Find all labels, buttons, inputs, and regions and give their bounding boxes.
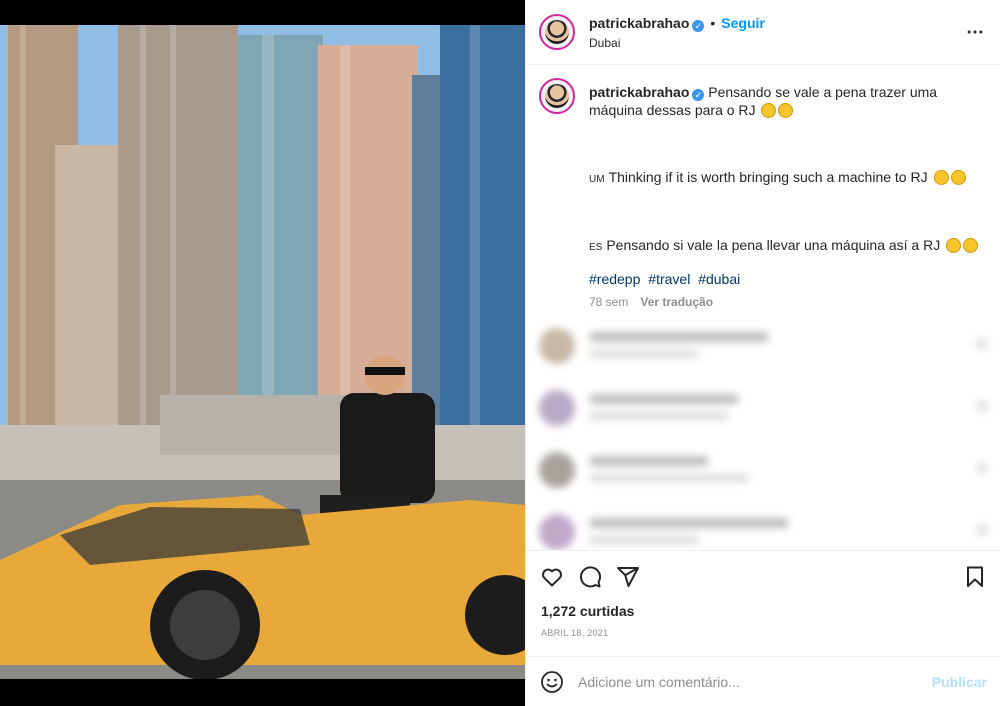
caption-meta: 78 sem Ver tradução — [589, 295, 713, 309]
verified-badge-icon: ✓ — [692, 20, 705, 32]
post-date: ABRIL 18, 2021 — [541, 628, 609, 638]
caption-username[interactable]: patrickabrahao — [589, 84, 689, 100]
avatar[interactable] — [539, 14, 575, 50]
header-user-line: patrickabrahao ✓ • Seguir — [589, 15, 765, 32]
translation-lang-code: ES — [589, 242, 603, 253]
post-actions: 1,272 curtidas ABRIL 18, 2021 — [526, 550, 1000, 656]
heart-icon[interactable] — [540, 565, 564, 589]
separator-dot: • — [710, 15, 716, 31]
list-item — [539, 388, 994, 428]
list-item — [539, 450, 994, 490]
follow-button[interactable]: Seguir — [721, 15, 765, 31]
post-side-panel: patrickabrahao ✓ • Seguir Dubai patrickabra… — [525, 0, 1000, 706]
translation-text: Thinking if it is worth bringing such a … — [608, 169, 928, 185]
verified-badge-icon: ✓ — [692, 89, 705, 101]
bookmark-icon[interactable] — [963, 565, 987, 589]
list-item — [539, 326, 994, 366]
tower-7 — [440, 25, 525, 455]
caption-text: patrickabrahao ✓ Pensando se vale a pena … — [589, 83, 984, 119]
post-photo-pane — [0, 0, 525, 706]
more-options-icon[interactable] — [965, 22, 985, 42]
translation-text: Pensando si vale la pena llevar una máqu… — [606, 237, 941, 253]
post-age: 78 sem — [589, 295, 629, 309]
thinking-emoji-icon — [950, 170, 966, 185]
post-photo-illustration — [0, 25, 525, 679]
caption-avatar[interactable] — [539, 78, 575, 114]
grin-emoji-icon — [946, 238, 962, 253]
photo-letterbox-top — [0, 0, 525, 25]
comment-input[interactable] — [578, 671, 918, 693]
smile-icon[interactable] — [540, 670, 564, 694]
tower-5 — [318, 45, 418, 415]
translation-line: ES Pensando si vale la pena llevar una má… — [589, 236, 979, 257]
hashtag-list: #redepp #travel #dubai — [589, 271, 744, 287]
hashtag-link[interactable]: #redepp — [589, 271, 640, 287]
location-link[interactable]: Dubai — [589, 36, 620, 50]
photo-letterbox-bottom — [0, 679, 525, 706]
comments-list — [526, 320, 1000, 550]
tower-4 — [238, 35, 323, 405]
grin-emoji-icon — [761, 103, 777, 118]
translation-line: UM Thinking if it is worth bringing such … — [589, 168, 966, 189]
hashtag-link[interactable]: #dubai — [698, 271, 740, 287]
translation-lang-code: UM — [589, 174, 605, 185]
post-photo[interactable] — [0, 25, 525, 679]
man-torso — [340, 393, 435, 503]
paper-plane-icon[interactable] — [616, 565, 640, 589]
caption-area: patrickabrahao ✓ Pensando se vale a pena … — [526, 65, 1000, 320]
tower-3 — [118, 25, 238, 435]
hashtag-link[interactable]: #travel — [648, 271, 690, 287]
thinking-emoji-icon — [778, 103, 794, 118]
publish-button[interactable]: Publicar — [932, 674, 987, 690]
comment-composer: Publicar — [526, 656, 1000, 706]
post-header: patrickabrahao ✓ • Seguir Dubai — [526, 0, 1000, 65]
grin-emoji-icon — [933, 170, 949, 185]
see-translation-button[interactable]: Ver tradução — [640, 295, 713, 309]
likes-count[interactable]: 1,272 curtidas — [541, 603, 634, 619]
thinking-emoji-icon — [963, 238, 979, 253]
list-item — [539, 512, 994, 550]
username-link[interactable]: patrickabrahao — [589, 15, 689, 31]
comment-bubble-icon[interactable] — [578, 565, 602, 589]
